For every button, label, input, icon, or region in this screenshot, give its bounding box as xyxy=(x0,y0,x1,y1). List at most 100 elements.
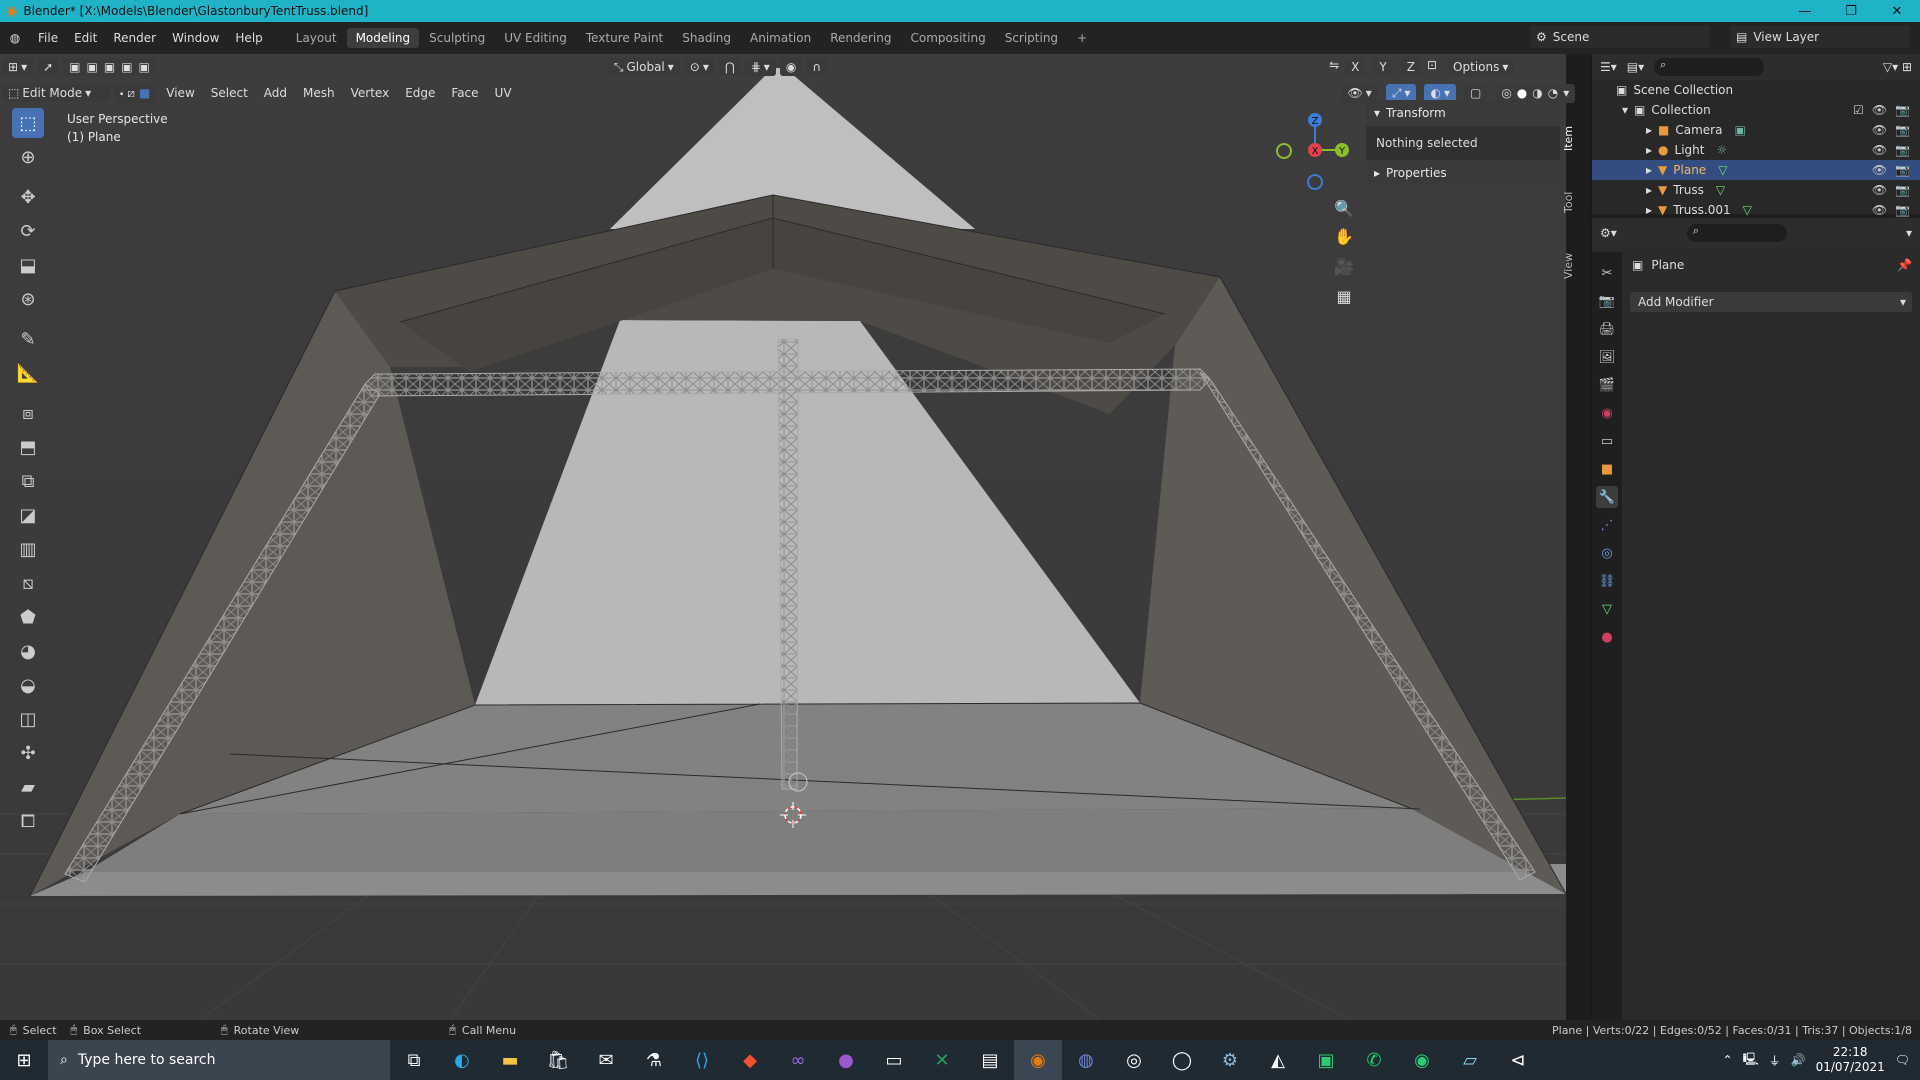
menu-add[interactable]: Add xyxy=(256,86,295,100)
tab-uv-editing[interactable]: UV Editing xyxy=(495,28,576,48)
render-camera-icon[interactable]: 📷 xyxy=(1895,103,1910,117)
measure-tool[interactable]: 📐 xyxy=(12,358,44,388)
zoom-icon[interactable]: 🔍 xyxy=(1332,196,1356,220)
bevel-tool[interactable]: ◪ xyxy=(12,500,44,530)
menu-edge[interactable]: Edge xyxy=(397,86,443,100)
messaging-icon[interactable]: ◉ xyxy=(1398,1040,1446,1080)
clock[interactable]: 22:18 01/07/2021 xyxy=(1816,1045,1885,1075)
display-mode-icon[interactable]: ▤▾ xyxy=(1627,60,1644,74)
menu-view[interactable]: View xyxy=(158,86,202,100)
edge-browser-icon[interactable]: ◐ xyxy=(438,1040,486,1080)
collection-row[interactable]: ▾ ▣ Collection ☑ 👁 📷 xyxy=(1592,100,1920,120)
tab-compositing[interactable]: Compositing xyxy=(901,28,994,48)
visibility-eye-icon[interactable]: 👁 xyxy=(1872,183,1887,197)
whatsapp-icon[interactable]: ✆ xyxy=(1350,1040,1398,1080)
transform-orientation-dropdown[interactable]: ⤡ Global ▾ xyxy=(607,57,680,77)
add-modifier-dropdown[interactable]: Add Modifier ▾ xyxy=(1630,292,1912,312)
cursor-tool[interactable]: ⊕ xyxy=(12,142,44,172)
network-tool-icon[interactable]: ⚗ xyxy=(630,1040,678,1080)
excel-icon[interactable]: ✕ xyxy=(918,1040,966,1080)
options-dropdown[interactable]: Options ▾ xyxy=(1447,58,1515,76)
mirror-x-toggle[interactable]: X xyxy=(1345,58,1366,76)
outliner-editor-icon[interactable]: ☰▾ xyxy=(1600,60,1617,74)
pin-icon[interactable]: 📌 xyxy=(1897,258,1912,272)
camera-view-icon[interactable]: 🎥 xyxy=(1332,254,1356,278)
blender-taskbar-icon[interactable]: ◉ xyxy=(1014,1040,1062,1080)
edge-slide-tool[interactable]: ◫ xyxy=(12,704,44,734)
editor-type-button[interactable]: ⊞ ▾ xyxy=(2,58,34,76)
properties-panel-header[interactable]: ▸ Properties xyxy=(1366,160,1560,186)
windows-start-button[interactable]: ⊞ xyxy=(0,1040,48,1080)
tab-texture-paint[interactable]: Texture Paint xyxy=(577,28,672,48)
knife-tool[interactable]: ⧅ xyxy=(12,568,44,598)
menu-file[interactable]: File xyxy=(30,31,66,45)
outliner-item-plane[interactable]: ▸ ▼ Plane ▽ 👁 📷 xyxy=(1592,160,1920,180)
extrude-tool[interactable]: ⬒ xyxy=(12,432,44,462)
tab-tool[interactable]: Tool xyxy=(1562,172,1575,232)
view-layer-selector[interactable]: ▤ View Layer xyxy=(1730,26,1910,48)
view-layer-tab-icon[interactable]: 🖼 xyxy=(1596,346,1618,368)
navigation-gizmo[interactable]: Z Y X xyxy=(1270,110,1350,200)
physics-tab-icon[interactable]: ◎ xyxy=(1596,542,1618,564)
snap-target-dropdown[interactable]: ⋕ ▾ xyxy=(744,58,776,76)
pivot-point-dropdown[interactable]: ⊙ ▾ xyxy=(683,58,715,76)
tab-shading[interactable]: Shading xyxy=(673,28,740,48)
constraints-tab-icon[interactable]: ⛓ xyxy=(1596,570,1618,592)
include-checkbox[interactable]: ☑ xyxy=(1853,103,1864,117)
visibility-eye-icon[interactable]: 👁 xyxy=(1872,103,1887,117)
tab-animation[interactable]: Animation xyxy=(741,28,820,48)
selection-mode-set[interactable]: ▣ ▣ ▣ ▣ ▣ xyxy=(63,58,156,76)
rip-region-tool[interactable]: ⧠ xyxy=(12,806,44,836)
move-tool[interactable]: ✥ xyxy=(12,182,44,212)
mode-dropdown[interactable]: ⬚ Edit Mode ▾ xyxy=(2,84,110,102)
obs-icon[interactable]: ◎ xyxy=(1110,1040,1158,1080)
render-camera-icon[interactable]: 📷 xyxy=(1895,123,1910,137)
add-cube-tool[interactable]: ⧈ xyxy=(12,398,44,428)
select-mode-buttons[interactable]: ⬝ ⧄ ■ xyxy=(114,83,157,103)
blender-menu-icon[interactable]: ◍ xyxy=(0,31,30,45)
render-camera-icon[interactable]: 📷 xyxy=(1895,163,1910,177)
menu-uv[interactable]: UV xyxy=(487,86,520,100)
visibility-eye-icon[interactable]: 👁 xyxy=(1872,123,1887,137)
menu-vertex[interactable]: Vertex xyxy=(343,86,398,100)
restore-button[interactable]: ❐ xyxy=(1828,4,1874,19)
volume-icon[interactable]: 🔊 xyxy=(1791,1053,1806,1067)
transform-tool[interactable]: ⊛ xyxy=(12,284,44,314)
chat-app-icon[interactable]: ▣ xyxy=(1302,1040,1350,1080)
object-tab-icon[interactable]: ■ xyxy=(1596,458,1618,480)
auto-merge-icon[interactable]: ⊡ xyxy=(1427,58,1437,76)
close-button[interactable]: ✕ xyxy=(1874,4,1920,19)
file-explorer-icon[interactable]: ▬ xyxy=(486,1040,534,1080)
unity-icon[interactable]: ◭ xyxy=(1254,1040,1302,1080)
shrink-fatten-tool[interactable]: ✣ xyxy=(12,738,44,768)
loop-cut-tool[interactable]: ▥ xyxy=(12,534,44,564)
annotate-tool[interactable]: ✎ xyxy=(12,324,44,354)
output-tab-icon[interactable]: 🖨 xyxy=(1596,318,1618,340)
taskbar-search-box[interactable]: ⌕ Type here to search xyxy=(48,1040,390,1080)
world-tab-icon[interactable]: ◉ xyxy=(1596,402,1618,424)
mail-app-icon[interactable]: ✉ xyxy=(582,1040,630,1080)
menu-edit[interactable]: Edit xyxy=(66,31,105,45)
axis-gizmo[interactable]: Z Y X xyxy=(1270,110,1350,200)
outliner-item-truss[interactable]: ▸ ▼ Truss ▽ 👁 📷 xyxy=(1592,180,1920,200)
minimize-button[interactable]: — xyxy=(1782,4,1828,19)
menu-face[interactable]: Face xyxy=(443,86,486,100)
properties-editor-icon[interactable]: ⚙▾ xyxy=(1600,226,1617,240)
notifications-icon[interactable]: 🗨 xyxy=(1895,1053,1910,1067)
particles-tab-icon[interactable]: ⋰ xyxy=(1596,514,1618,536)
terminal-icon[interactable]: ▭ xyxy=(870,1040,918,1080)
menu-window[interactable]: Window xyxy=(164,31,227,45)
menu-select[interactable]: Select xyxy=(203,86,256,100)
shear-tool[interactable]: ▰ xyxy=(12,772,44,802)
vs-terminal-icon[interactable]: ⊲ xyxy=(1494,1040,1542,1080)
tray-chevron-icon[interactable]: ⌃ xyxy=(1723,1053,1733,1067)
proportional-edit-toggle[interactable]: ◉ xyxy=(779,58,803,76)
task-view-icon[interactable]: ⧉ xyxy=(390,1040,438,1080)
proportional-falloff-dropdown[interactable]: ∩ xyxy=(806,58,828,76)
visual-studio-icon[interactable]: ∞ xyxy=(774,1040,822,1080)
scale-tool[interactable]: ⬓ xyxy=(12,250,44,280)
mirror-z-toggle[interactable]: Z xyxy=(1400,58,1421,76)
discord-icon[interactable]: ◍ xyxy=(1062,1040,1110,1080)
outliner-item-camera[interactable]: ▸ ■ Camera ▣ 👁 📷 xyxy=(1592,120,1920,140)
tab-scripting[interactable]: Scripting xyxy=(996,28,1067,48)
